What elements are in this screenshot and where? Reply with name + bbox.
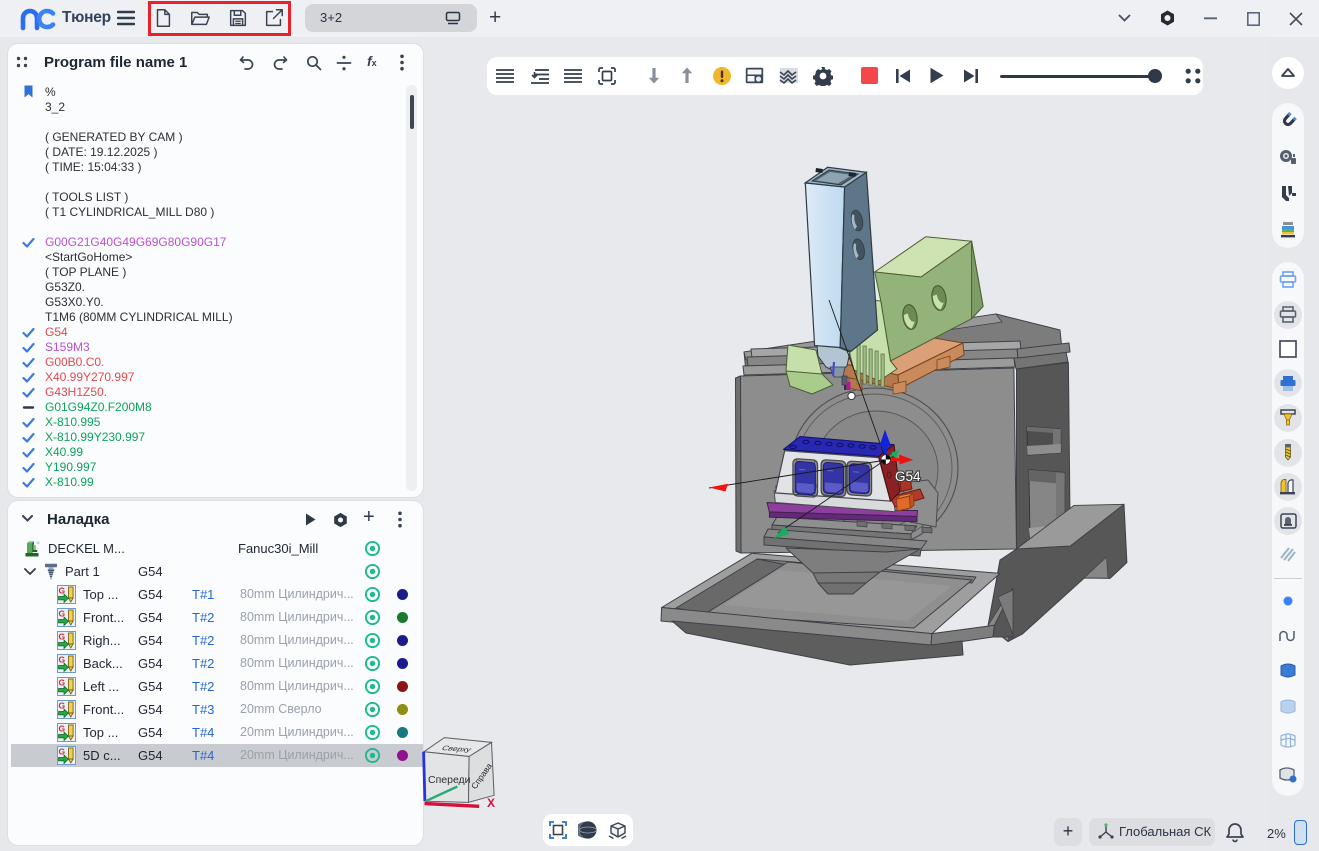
svg-text:X: X xyxy=(487,796,495,810)
svg-text:G54: G54 xyxy=(895,469,921,484)
svg-text:Спереди: Спереди xyxy=(428,774,471,786)
